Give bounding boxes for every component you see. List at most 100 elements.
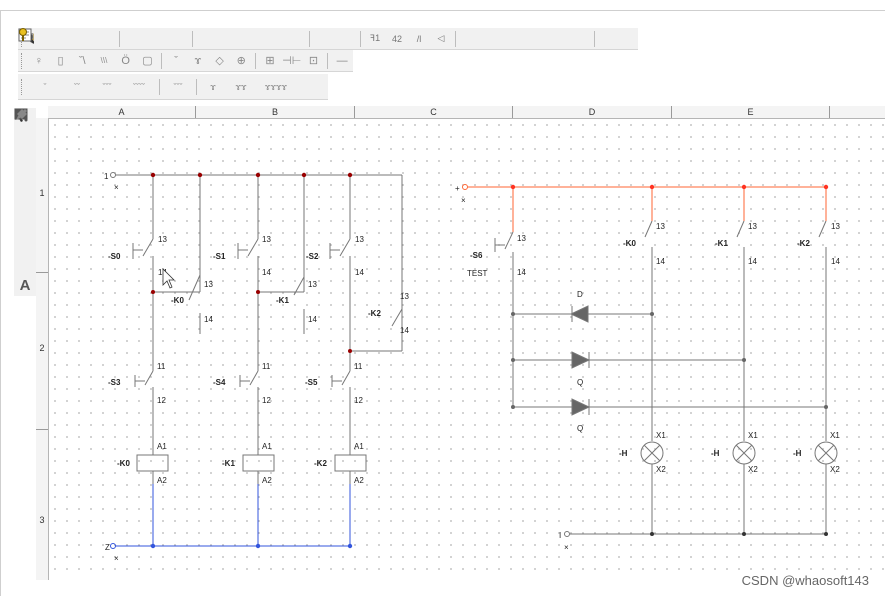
zoom-all-icon[interactable] xyxy=(18,28,284,49)
relay-coil[interactable] xyxy=(334,454,367,472)
diode[interactable] xyxy=(569,305,589,323)
transformer-icon[interactable]: ⊡ xyxy=(303,51,325,71)
resistor-icon[interactable]: ⊣⊢ xyxy=(281,51,303,71)
supply-terminal[interactable] xyxy=(110,543,116,549)
supply-terminal[interactable] xyxy=(564,531,570,537)
rectangle-icon[interactable] xyxy=(14,108,35,172)
supply-terminal[interactable] xyxy=(462,184,468,190)
toolbar-separator xyxy=(255,52,257,69)
box-icon[interactable]: ▢ xyxy=(137,51,159,71)
step-icon[interactable] xyxy=(19,29,547,49)
filled-ellipse-icon[interactable] xyxy=(15,109,35,234)
left-nodes xyxy=(150,172,353,353)
print-icon[interactable] xyxy=(19,28,116,49)
toolbar-grip[interactable] xyxy=(21,52,25,69)
svg-text:12: 12 xyxy=(262,396,271,405)
ellipse-icon[interactable] xyxy=(14,108,35,193)
contact-toolbar: ˇ ˇˇ ˇˇˇ ˇˇˇˇ ˇˇˇ ɤ ɤɤ ɤɤɤɤ xyxy=(18,74,328,100)
cut-icon[interactable] xyxy=(19,28,145,49)
contact-icon[interactable]: ɤ xyxy=(187,51,209,71)
redo-icon[interactable] xyxy=(18,29,357,49)
test-label: TEST xyxy=(467,269,488,278)
run-icon[interactable] xyxy=(20,29,481,49)
plug-icon[interactable]: ⊕ xyxy=(230,51,252,71)
pause-icon[interactable] xyxy=(19,29,525,49)
toolbar-separator xyxy=(192,30,193,47)
zoom-page-icon[interactable] xyxy=(21,29,306,49)
svg-text:11: 11 xyxy=(354,362,363,371)
double-contact-icon[interactable]: ˇˇ xyxy=(62,77,92,97)
help-icon[interactable] xyxy=(19,28,620,49)
diode[interactable] xyxy=(571,398,591,416)
text-tool-icon[interactable]: A xyxy=(15,275,35,296)
svg-text:X2: X2 xyxy=(748,465,758,474)
schematic-canvas[interactable]: 1 × Z × -S0 13 14 -S1 13 14 -S2 13 14 -K… xyxy=(49,119,885,580)
motor-icon[interactable]: Ö xyxy=(115,51,137,71)
zoom-window-icon[interactable] xyxy=(20,29,262,49)
open-folder-icon[interactable] xyxy=(18,29,72,49)
lamp-icon[interactable]: ♀ xyxy=(28,51,50,71)
fill-icon[interactable] xyxy=(15,109,35,255)
zoom-out-icon[interactable] xyxy=(18,28,240,49)
button-label: -S3 xyxy=(108,378,121,387)
breaker-icon[interactable]: ˇ\ xyxy=(71,51,93,71)
timer-icon[interactable]: ˇˇˇ xyxy=(163,77,193,97)
triple-contact-icon[interactable]: ˇˇˇ xyxy=(92,77,122,97)
svg-text:X2: X2 xyxy=(656,465,666,474)
toolbar-separator xyxy=(455,30,456,47)
column-header: A B C D E xyxy=(48,106,885,119)
svg-text:X2: X2 xyxy=(830,465,840,474)
nc-contact-icon[interactable]: ɤ xyxy=(200,77,226,97)
button-label: -S5 xyxy=(305,378,318,387)
svg-text:14: 14 xyxy=(517,268,526,277)
main-toolbar: ꟻ1 42 /l ◁ xyxy=(18,28,638,50)
contact-label: -K0 xyxy=(623,239,636,248)
svg-text:A2: A2 xyxy=(262,476,272,485)
toolbar-separator xyxy=(159,78,160,95)
turn-icon[interactable]: ◁ xyxy=(430,29,452,49)
toolbar-separator xyxy=(119,30,120,47)
relay-coil[interactable] xyxy=(136,454,169,472)
mirror-icon[interactable]: ꟻ1 xyxy=(364,29,386,49)
triple-breaker-icon[interactable]: \\\ xyxy=(93,51,115,71)
switch-icon[interactable]: ˇ xyxy=(165,51,187,71)
save-icon[interactable] xyxy=(19,29,94,49)
diode-mark: Q xyxy=(577,424,583,433)
supply-label: + xyxy=(455,184,460,193)
flip-icon[interactable]: /l xyxy=(408,29,430,49)
component-icon[interactable] xyxy=(19,28,569,49)
pen-icon[interactable] xyxy=(15,109,35,276)
supply-label: I xyxy=(559,531,561,540)
toolbar-separator xyxy=(161,52,163,69)
svg-text:X1: X1 xyxy=(748,431,758,440)
diamond-icon[interactable]: ◇ xyxy=(209,51,231,71)
filled-rectangle-icon[interactable] xyxy=(15,109,35,214)
supply-terminal[interactable] xyxy=(110,172,116,178)
contact-label: -K1 xyxy=(715,239,728,248)
component-toolbar: ♀ ▯ ˇ\ \\\ Ö ▢ ˇ ɤ ◇ ⊕ ⊞ ⊣⊢ ⊡ — xyxy=(18,50,353,72)
column-label: E xyxy=(672,106,830,118)
rotate-icon[interactable]: 42 xyxy=(386,29,408,49)
sensor-icon[interactable]: ⊞ xyxy=(259,51,281,71)
fuse-icon[interactable]: ▯ xyxy=(50,51,72,71)
undo-icon[interactable] xyxy=(19,29,335,49)
toolbar-grip[interactable] xyxy=(21,78,25,95)
single-contact-icon[interactable]: ˇ xyxy=(28,77,62,97)
stop-icon[interactable] xyxy=(19,29,503,49)
diode[interactable] xyxy=(571,351,591,369)
button-label: -S1 xyxy=(213,252,226,261)
svg-text:A1: A1 xyxy=(354,442,364,451)
diode-mark: Q xyxy=(577,378,583,387)
copy-icon[interactable] xyxy=(18,28,167,49)
nc-double-icon[interactable]: ɤɤ xyxy=(226,77,256,97)
line-icon[interactable]: — xyxy=(331,51,353,71)
library-icon[interactable] xyxy=(18,28,591,49)
quad-contact-icon[interactable]: ˇˇˇˇ xyxy=(122,77,156,97)
paste-icon[interactable] xyxy=(20,29,189,49)
zoom-in-icon[interactable] xyxy=(18,28,218,49)
svg-text:14: 14 xyxy=(355,268,364,277)
nc-quad-icon[interactable]: ɤɤɤɤ xyxy=(256,77,296,97)
relay-coil[interactable] xyxy=(242,454,275,472)
toolbar-separator xyxy=(594,30,595,47)
line-tool-icon[interactable] xyxy=(15,109,35,152)
